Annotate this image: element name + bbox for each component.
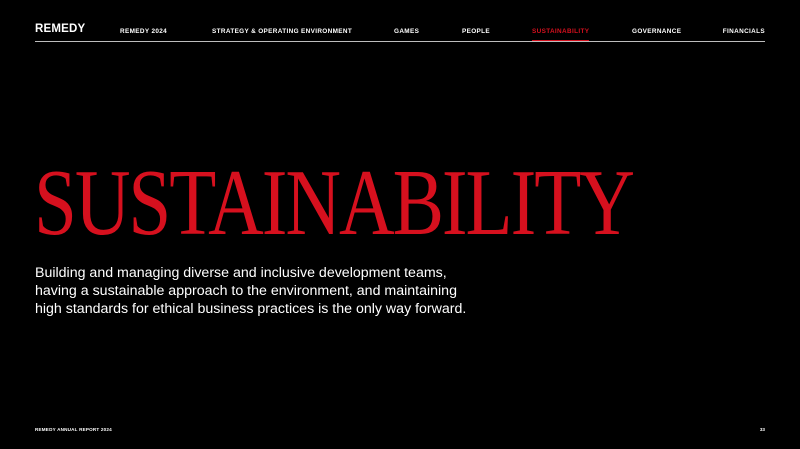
nav-item-people[interactable]: PEOPLE (462, 28, 490, 35)
nav-item-games[interactable]: GAMES (394, 28, 419, 35)
intro-paragraph: Building and managing diverse and inclus… (35, 265, 467, 318)
nav-item-remedy-2024[interactable]: REMEDY 2024 (120, 28, 167, 35)
top-navigation-bar: REMEDY REMEDY 2024 STRATEGY & OPERATING … (35, 0, 765, 42)
footer-report-label: REMEDY ANNUAL REPORT 2024 (35, 427, 112, 432)
footer-page-number: 33 (759, 427, 765, 432)
nav-item-sustainability[interactable]: SUSTAINABILITY (532, 28, 590, 42)
remedy-logo[interactable]: REMEDY (35, 23, 85, 36)
page-title: SUSTAINABILITY (34, 151, 635, 255)
nav-item-strategy-operating-environment[interactable]: STRATEGY & OPERATING ENVIRONMENT (212, 28, 352, 35)
nav-item-financials[interactable]: FINANCIALS (723, 28, 765, 35)
nav-item-governance[interactable]: GOVERNANCE (632, 28, 681, 35)
